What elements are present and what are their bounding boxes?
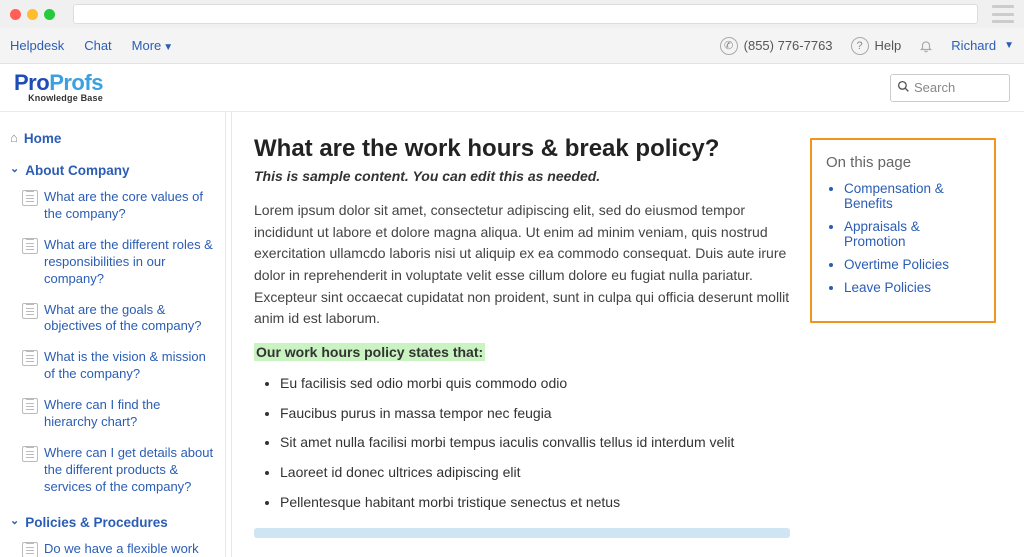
sidebar-section-about[interactable]: ⌄ About Company <box>8 154 217 186</box>
sidebar-article-label: What is the vision & mission of the comp… <box>44 349 215 383</box>
toc-link[interactable]: Compensation & Benefits <box>844 181 980 211</box>
sidebar-article[interactable]: What are the different roles & responsib… <box>8 233 217 292</box>
bullet-item: Faucibus purus in massa tempor nec feugi… <box>280 404 790 424</box>
page-title: What are the work hours & break policy? <box>254 134 790 164</box>
chevron-down-icon: ▼ <box>163 42 173 53</box>
help-link[interactable]: ? Help <box>851 37 902 55</box>
minimize-window-icon[interactable] <box>27 9 38 20</box>
main: ⌂ Home ⌄ About Company What are the core… <box>0 112 1024 557</box>
search-input[interactable]: Search <box>890 74 1010 102</box>
bullet-item: Eu facilisis sed odio morbi quis commodo… <box>280 374 790 394</box>
sidebar-article[interactable]: Where can I find the hierarchy chart? <box>8 393 217 435</box>
menu-icon[interactable] <box>992 5 1014 23</box>
sidebar-article[interactable]: What are the core values of the company? <box>8 185 217 227</box>
sidebar-article[interactable]: What is the vision & mission of the comp… <box>8 345 217 387</box>
search-icon <box>897 80 910 96</box>
sidebar-article[interactable]: What are the goals & objectives of the c… <box>8 298 217 340</box>
header-logo-row: ProProfs Knowledge Base Search <box>0 64 1024 112</box>
chevron-down-icon: ⌄ <box>10 162 19 176</box>
home-icon: ⌂ <box>10 130 18 147</box>
phone-icon: ✆ <box>720 37 738 55</box>
on-this-page-panel: On this page Compensation & Benefits Appr… <box>810 138 996 323</box>
sidebar-article-label: Do we have a flexible work option? <box>44 541 215 557</box>
toc-title: On this page <box>826 154 980 171</box>
nav-helpdesk[interactable]: Helpdesk <box>10 38 64 53</box>
sidebar-article-label: What are the goals & objectives of the c… <box>44 302 215 336</box>
close-window-icon[interactable] <box>10 9 21 20</box>
bullet-item: Pellentesque habitant morbi tristique se… <box>280 493 790 513</box>
notifications[interactable] <box>919 39 933 53</box>
sidebar-article-label: What are the different roles & responsib… <box>44 237 215 288</box>
article-bullet-list: Eu facilisis sed odio morbi quis commodo… <box>254 374 790 512</box>
phone-number[interactable]: ✆ (855) 776-7763 <box>720 37 833 55</box>
help-icon: ? <box>851 37 869 55</box>
document-icon <box>22 446 38 462</box>
highlighted-heading: Our work hours policy states that: <box>254 343 485 361</box>
content-area: What are the work hours & break policy? … <box>232 112 1024 557</box>
page-subtitle: This is sample content. You can edit thi… <box>254 168 790 184</box>
document-icon <box>22 190 38 206</box>
nav-more[interactable]: More▼ <box>132 38 174 53</box>
sidebar-section-policies[interactable]: ⌄ Policies & Procedures <box>8 506 217 538</box>
chevron-down-icon: ▼ <box>1004 40 1014 51</box>
document-icon <box>22 238 38 254</box>
sidebar-article-label: Where can I get details about the differ… <box>44 445 215 496</box>
article-paragraph: Lorem ipsum dolor sit amet, consectetur … <box>254 200 790 330</box>
document-icon <box>22 398 38 414</box>
bullet-item: Laoreet id donec ultrices adipiscing eli… <box>280 463 790 483</box>
bell-icon <box>919 39 933 53</box>
document-icon <box>22 542 38 557</box>
document-icon <box>22 350 38 366</box>
toc-link[interactable]: Appraisals & Promotion <box>844 219 980 249</box>
sidebar-home[interactable]: ⌂ Home <box>8 122 217 154</box>
info-box <box>254 528 790 538</box>
sidebar-article-label: What are the core values of the company? <box>44 189 215 223</box>
document-icon <box>22 303 38 319</box>
toc-link[interactable]: Leave Policies <box>844 280 980 295</box>
sidebar: ⌂ Home ⌄ About Company What are the core… <box>0 112 226 557</box>
top-menubar: Helpdesk Chat More▼ ✆ (855) 776-7763 ? H… <box>0 28 1024 64</box>
maximize-window-icon[interactable] <box>44 9 55 20</box>
logo[interactable]: ProProfs Knowledge Base <box>14 72 103 103</box>
window-chrome <box>0 0 1024 28</box>
sidebar-article[interactable]: Do we have a flexible work option? <box>8 537 217 557</box>
sidebar-article[interactable]: Where can I get details about the differ… <box>8 441 217 500</box>
chevron-down-icon: ⌄ <box>10 514 19 528</box>
url-bar[interactable] <box>73 4 978 24</box>
toc-link[interactable]: Overtime Policies <box>844 257 980 272</box>
user-menu[interactable]: Richard▼ <box>951 38 1014 53</box>
sidebar-article-label: Where can I find the hierarchy chart? <box>44 397 215 431</box>
article: What are the work hours & break policy? … <box>254 134 790 557</box>
nav-chat[interactable]: Chat <box>84 38 111 53</box>
bullet-item: Sit amet nulla facilisi morbi tempus iac… <box>280 433 790 453</box>
